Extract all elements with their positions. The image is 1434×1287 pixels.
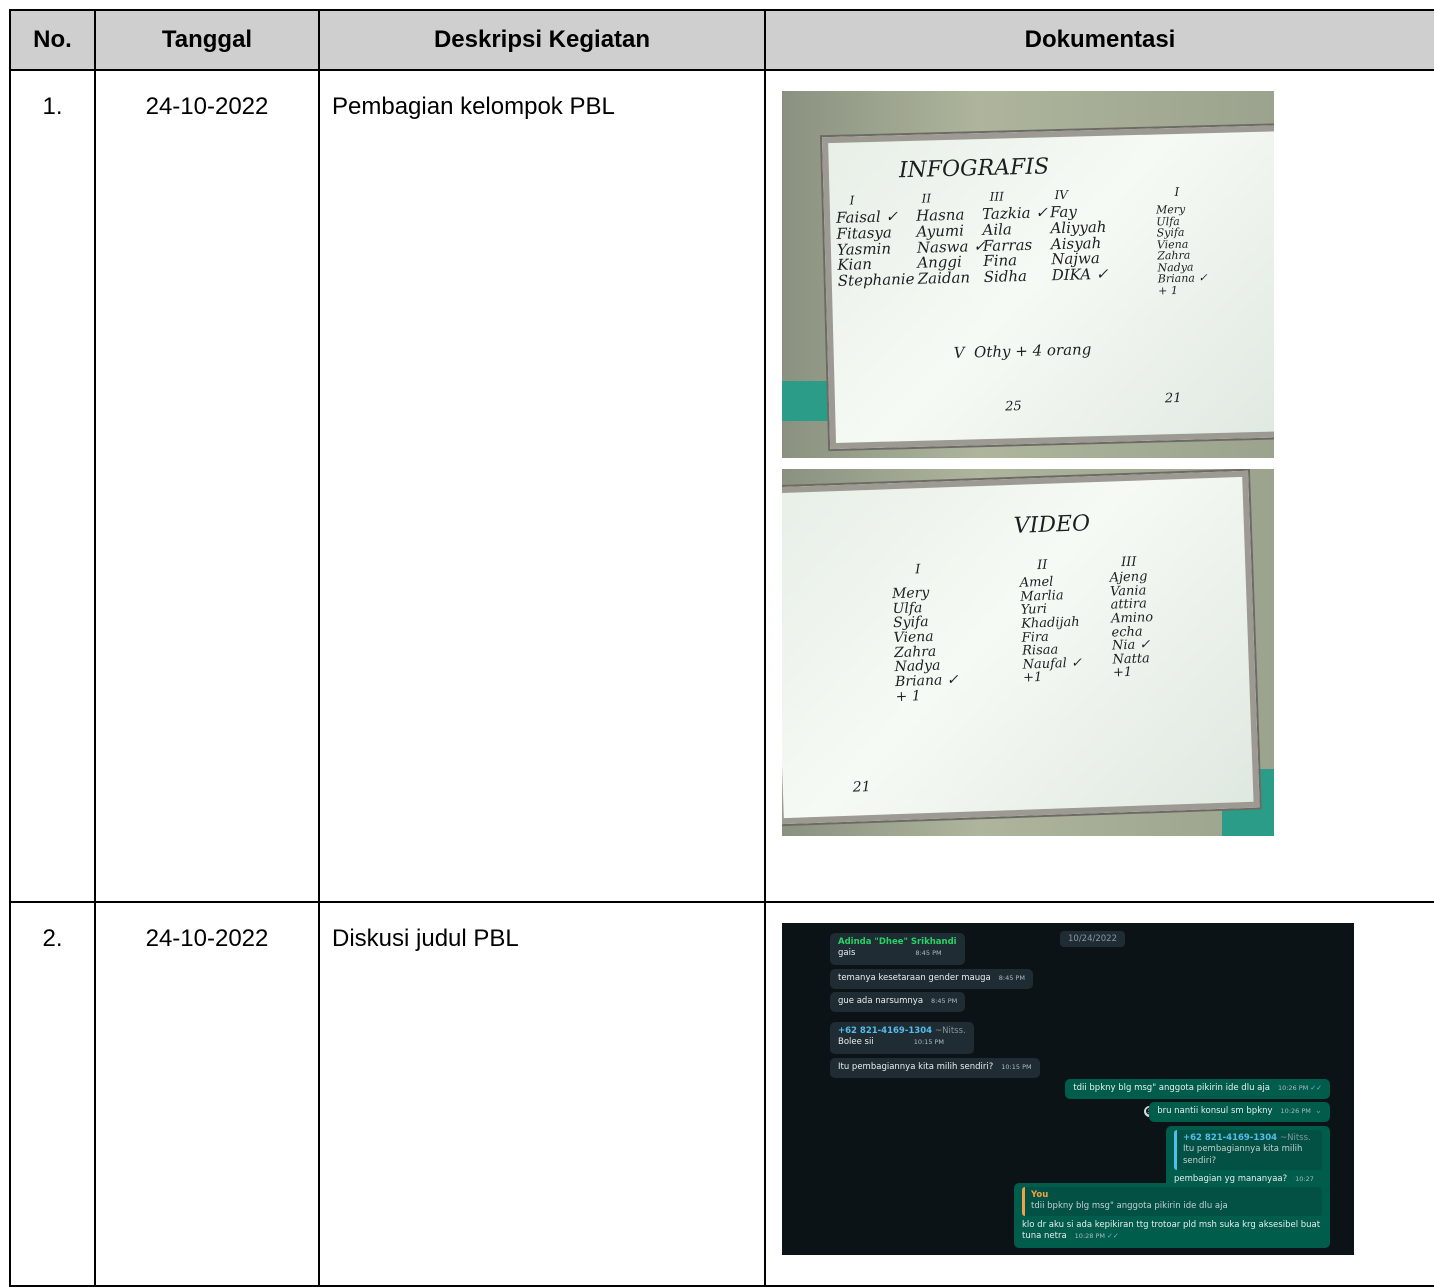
quote-sender: +62 821-4169-1304 (1183, 1133, 1278, 1143)
whiteboard-photo-infografis: INFOGRAFIS I II III IV I Faisal ✓ Fitasy… (782, 91, 1274, 458)
message-time: 10:28 PM (1074, 1232, 1105, 1241)
header-no: No. (9, 9, 96, 71)
chat-message: Itu pembagiannya kita milih sendiri? 10:1… (830, 1058, 1040, 1079)
board-numeral: I (914, 562, 921, 578)
quote-text: Itu pembagiannya kita milih sendiri? (1183, 1144, 1303, 1166)
row-description: Diskusi judul PBL (318, 901, 766, 1287)
message-text: gais (838, 948, 856, 959)
chat-screenshot: 10/24/2022 Adinda "Dhee" Srikhandi gais 8… (782, 923, 1354, 1255)
board-numeral: II (1036, 557, 1048, 574)
quoted-message: +62 821-4169-1304 ~Nitss. Itu pembagiann… (1174, 1130, 1322, 1171)
row-number: 1. (9, 69, 96, 903)
message-time: 10:26 PM (1280, 1107, 1311, 1115)
activity-table: No. Tanggal Deskripsi Kegiatan Dokumenta… (9, 9, 1434, 1287)
board-column: Mery Ulfa Syifa Viena Zahra Nadya Briana… (1155, 202, 1208, 298)
row-documentation: INFOGRAFIS I II III IV I Faisal ✓ Fitasy… (764, 69, 1434, 903)
message-text: klo dr aku si ada kepikiran ttg trotoar … (1022, 1219, 1321, 1242)
chat-message: Adinda "Dhee" Srikhandi gais 8:45 PM (830, 933, 965, 965)
board-count: 25 (1004, 399, 1022, 415)
message-time: 8:45 PM (998, 974, 1025, 982)
chat-message: +62 821-4169-1304 ~Nitss. Bolee sii 10:15… (830, 1022, 974, 1054)
chat-message: gue ada narsumnya 8:45 PM (830, 992, 966, 1013)
row-description: Pembagian kelompok PBL (318, 69, 766, 903)
board-column: Faisal ✓ Fitasya Yasmin Kian Stephanie (835, 207, 915, 290)
message-text: Bolee sii (838, 1037, 874, 1048)
board-numeral: IV (1054, 187, 1069, 203)
board-column: Fay Aliyyah Aisyah Najwa DIKA ✓ (1049, 202, 1109, 285)
header-documentation: Dokumentasi (764, 9, 1434, 71)
whiteboard-photo-video: VIDEO I II III Mery Ulfa Syifa Viena Zah… (782, 469, 1274, 836)
board-column: Mery Ulfa Syifa Viena Zahra Nadya Briana… (891, 584, 959, 705)
chat-message: bru nantii konsul sm bpkny 10:26 PM ⌄ (1149, 1102, 1330, 1123)
board-numeral: III (1120, 554, 1137, 571)
row-date: 24-10-2022 (94, 69, 320, 903)
board-column: Hasna Ayumi Naswa ✓ Anggi Zaidan (915, 205, 987, 288)
message-sender: +62 821-4169-1304 (838, 1026, 933, 1036)
header-description: Deskripsi Kegiatan (318, 9, 766, 71)
header-date: Tanggal (94, 9, 320, 71)
board-extra: V Othy + 4 orang (953, 340, 1092, 362)
quote-text: tdii bpkny blg msg" anggota pikirin ide … (1031, 1201, 1228, 1212)
board-numeral: I (1174, 184, 1180, 200)
read-ticks-icon: ✓✓ (1107, 1232, 1119, 1241)
table-row: 1. 24-10-2022 Pembagian kelompok PBL INF… (9, 69, 1434, 903)
board-numeral: II (921, 191, 932, 206)
board-count: 21 (1164, 390, 1182, 407)
chat-date-badge: 10/24/2022 (1060, 931, 1125, 947)
message-time: 10:26 PM (1277, 1084, 1309, 1092)
table-header-row: No. Tanggal Deskripsi Kegiatan Dokumenta… (9, 9, 1434, 71)
quoted-message: You tdii bpkny blg msg" anggota pikirin … (1022, 1187, 1322, 1216)
chat-message: temanya kesetaraan gender mauga 8:45 PM (830, 969, 1033, 990)
message-text: bru nantii konsul sm bpkny (1157, 1106, 1273, 1116)
board-title: INFOGRAFIS (898, 154, 1050, 184)
board-column: Tazkia ✓ Aila Farras Fina Sidha (981, 203, 1049, 287)
board-count: 21 (852, 779, 871, 796)
row-number: 2. (9, 901, 96, 1287)
message-text: Itu pembagiannya kita milih sendiri? (838, 1062, 994, 1072)
quote-sender: You (1031, 1190, 1049, 1200)
quote-alias: ~Nitss. (1280, 1133, 1311, 1143)
message-time: 8:45 PM (931, 997, 958, 1005)
message-sender: Adinda "Dhee" Srikhandi (838, 937, 957, 947)
message-alias: ~Nitss. (935, 1026, 966, 1036)
row-date: 24-10-2022 (94, 901, 320, 1287)
table-row: 2. 24-10-2022 Diskusi judul PBL 10/24/20… (9, 901, 1434, 1287)
chevron-down-icon[interactable]: ⌄ (1315, 1106, 1322, 1116)
board-column: Ajeng Vania attira Amino echa Nia ✓ Natt… (1109, 569, 1154, 682)
message-text: temanya kesetaraan gender mauga (838, 973, 991, 983)
board-title: VIDEO (1013, 511, 1091, 539)
board-numeral: III (989, 189, 1005, 204)
board-column: Amel Marlia Yuri Khadijah Fira Risaa Nau… (1019, 574, 1083, 687)
message-time: 10:15 PM (1001, 1063, 1032, 1071)
message-time: 10:15 PM (913, 1038, 945, 1047)
chat-message: tdii bpkny blg msg" anggota pikirin ide … (1065, 1079, 1330, 1100)
message-text: gue ada narsumnya (838, 996, 924, 1006)
board-numeral: I (849, 193, 855, 208)
message-time: 8:45 PM (915, 949, 942, 958)
read-ticks-icon: ✓✓ (1310, 1084, 1322, 1092)
row-documentation: 10/24/2022 Adinda "Dhee" Srikhandi gais 8… (764, 901, 1434, 1287)
chat-message: You tdii bpkny blg msg" anggota pikirin … (1014, 1183, 1330, 1248)
message-text: tdii bpkny blg msg" anggota pikirin ide … (1073, 1083, 1270, 1093)
